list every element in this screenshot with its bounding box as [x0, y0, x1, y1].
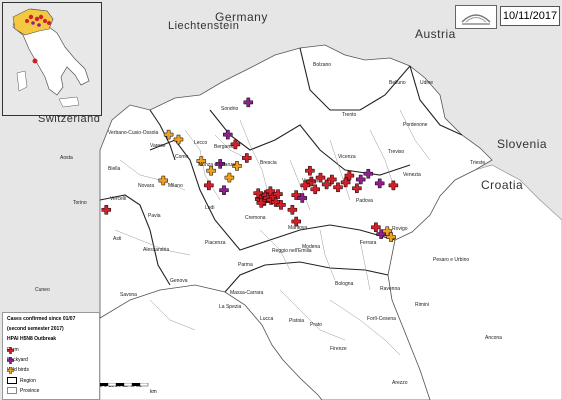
inset-sardinia — [16, 70, 28, 92]
backyard-cross-icon — [7, 357, 14, 364]
city-label: Ravenna — [380, 286, 401, 292]
city-label: Sondrio — [221, 106, 239, 112]
city-label: Massa-Carrara — [230, 290, 264, 296]
city-label: Asti — [113, 236, 122, 242]
inset-italy-svg — [12, 8, 90, 108]
city-label: Bolzano — [313, 62, 332, 68]
city-label: Bologna — [335, 281, 354, 287]
province-swatch-icon — [7, 387, 17, 394]
city-label: Milano — [168, 183, 183, 189]
city-label: Verbano-Cusio-Ossola — [108, 130, 159, 136]
map-date: 10/11/2017 — [500, 6, 560, 26]
logo-icon — [461, 14, 491, 25]
city-label: Monza e Brianza — [198, 162, 236, 168]
city-label: Piacenza — [205, 240, 226, 246]
scale-bar-graphic — [100, 383, 149, 387]
city-label: Ancona — [485, 335, 502, 341]
city-label: Venezia — [403, 172, 421, 178]
city-label: Prato — [310, 322, 322, 328]
city-label: Parma — [238, 262, 253, 268]
city-label: Lucca — [260, 316, 274, 322]
city-label: Pistoia — [289, 318, 305, 324]
legend: Cases confirmed since 01/07 (second seme… — [2, 312, 100, 400]
city-label: Torino — [73, 200, 87, 206]
city-label: Cuneo — [35, 287, 50, 293]
city-label: Savona — [120, 292, 137, 298]
city-label: Firenze — [330, 346, 347, 352]
label-croatia: Croatia — [481, 178, 524, 192]
city-label: Bergamo — [214, 144, 235, 150]
legend-province-label: Province — [20, 387, 40, 394]
legend-farm: Farm — [7, 347, 19, 354]
label-slovenia: Slovenia — [497, 137, 548, 151]
city-label: Lecco — [194, 140, 208, 146]
city-label: Udine — [420, 80, 434, 86]
label-liechtenstein: Liechtenstein — [168, 20, 240, 32]
inset-map — [2, 2, 102, 116]
legend-line2: (second semester 2017) — [7, 326, 64, 332]
city-label: Cremona — [245, 215, 266, 221]
legend-province: Province — [7, 387, 39, 394]
city-label: Reggio nell'Emilia — [272, 248, 312, 254]
city-label: Treviso — [388, 149, 405, 155]
city-label: Trieste — [470, 160, 486, 166]
legend-wild-birds: Wild birds — [7, 367, 29, 374]
logo — [455, 5, 497, 29]
city-label: Arezzo — [392, 380, 408, 386]
city-label: Trento — [342, 112, 357, 118]
city-label: Aosta — [60, 155, 73, 161]
city-label: Genova — [170, 278, 188, 284]
city-label: Brescia — [260, 160, 277, 166]
wild-birds-cross-icon — [7, 367, 14, 374]
city-label: Rovigo — [392, 226, 408, 232]
region-swatch-icon — [7, 377, 17, 384]
city-label: Ferrara — [360, 240, 377, 246]
city-label: Vercelli — [110, 196, 127, 202]
farm-cross-icon — [7, 347, 14, 354]
legend-region-label: Region — [20, 377, 36, 384]
city-label: Pavia — [148, 213, 161, 219]
legend-line3: HPAI H5N8 Outbreak — [7, 336, 57, 342]
city-label: Verona — [302, 178, 318, 184]
city-label: Biella — [108, 166, 121, 172]
city-label: La Spezia — [219, 304, 242, 310]
legend-region: Region — [7, 377, 36, 384]
scale-unit: km — [150, 389, 157, 395]
map-canvas[interactable]: 10/11/2017 Germany Liechtenstein Austria… — [0, 0, 562, 400]
city-label: Lodi — [205, 205, 215, 211]
city-label: Pesaro e Urbino — [433, 257, 470, 263]
city-label: Mantova — [288, 225, 308, 231]
city-label: Varese — [150, 143, 166, 149]
label-austria: Austria — [415, 27, 456, 41]
scale-bar: 0 5 10 20 30 40 50 km — [100, 383, 160, 397]
city-label: Belluno — [389, 80, 406, 86]
city-label: Vicenza — [338, 154, 356, 160]
city-label: Pordenone — [403, 122, 428, 128]
city-label: Forlì-Cesena — [367, 316, 396, 322]
city-label: Padova — [356, 198, 373, 204]
city-label: Novara — [138, 183, 155, 189]
city-label: Rimini — [415, 302, 429, 308]
city-label: Como — [175, 154, 189, 160]
legend-line1: Cases confirmed since 01/07 — [7, 316, 76, 322]
city-label: Alessandria — [143, 247, 170, 253]
inset-sicily — [58, 96, 80, 108]
legend-backyard: Backyard — [7, 357, 28, 364]
